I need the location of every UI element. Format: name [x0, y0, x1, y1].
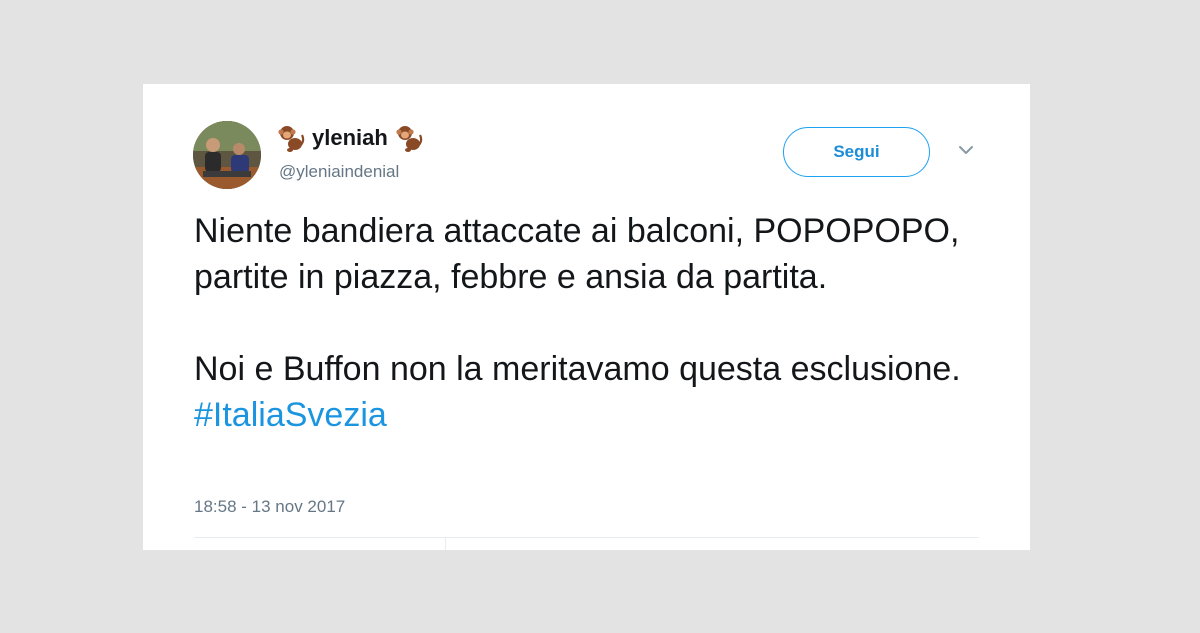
avatar-photo	[193, 121, 261, 189]
avatar[interactable]	[193, 121, 261, 189]
tweet-timestamp[interactable]: 18:58 - 13 nov 2017	[194, 497, 345, 517]
tweet-paragraph: Niente bandiera attaccate ai balconi, PO…	[194, 212, 960, 296]
chevron-down-icon[interactable]	[957, 144, 975, 156]
follow-button[interactable]: Segui	[783, 127, 930, 177]
author-display-name[interactable]: yleniah	[312, 125, 388, 151]
tweet-card: yleniah @yleniaindenial Segui Niente ban…	[143, 84, 1030, 550]
monkey-icon	[278, 126, 305, 152]
divider	[194, 537, 979, 538]
author-handle[interactable]: @yleniaindenial	[279, 162, 399, 182]
tweet-paragraph: Noi e Buffon non la meritavamo questa es…	[194, 346, 994, 438]
monkey-icon	[396, 126, 423, 152]
author-name-row[interactable]: yleniah	[276, 122, 424, 154]
hashtag-link[interactable]: #ItaliaSvezia	[194, 396, 387, 434]
tweet-text: Niente bandiera attaccate ai balconi, PO…	[194, 208, 994, 438]
divider	[445, 537, 446, 550]
tweet-paragraph-text: Noi e Buffon non la meritavamo questa es…	[194, 350, 961, 388]
